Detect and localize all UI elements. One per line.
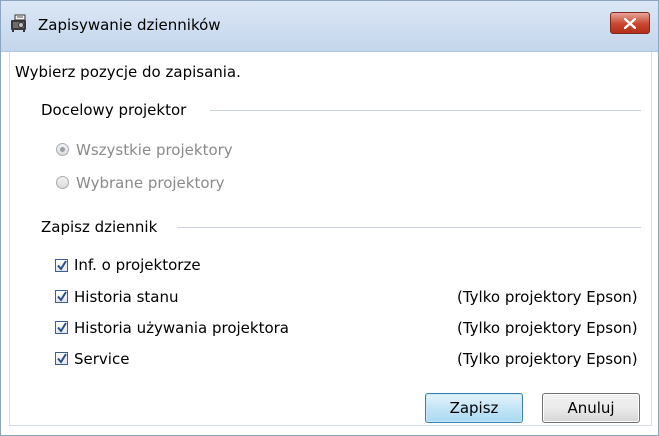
target-group-label: Docelowy projektor (41, 101, 187, 119)
radio-selected-projectors-label: Wybrane projektory (76, 174, 225, 192)
cancel-button[interactable]: Anuluj (542, 393, 640, 423)
dialog-body: Wybierz pozycje do zapisania. Docelowy p… (9, 52, 652, 426)
title-bar[interactable]: Zapisywanie dzienników (1, 1, 658, 52)
checkbox-status-history[interactable] (55, 290, 68, 303)
instruction-text: Wybierz pozycje do zapisania. (15, 63, 241, 81)
checkbox-usage-history-label: Historia używania projektora (74, 319, 290, 337)
log-group-label: Zapisz dziennik (41, 218, 158, 236)
checkbox-projector-info[interactable] (55, 259, 68, 272)
epson-only-note: (Tylko projektory Epson) (457, 319, 638, 337)
radio-all-projectors[interactable] (56, 143, 69, 156)
checkbox-service[interactable] (55, 352, 68, 365)
log-group-divider (177, 227, 641, 228)
checkbox-status-history-label: Historia stanu (74, 288, 179, 306)
checkmark-icon (57, 322, 67, 333)
close-icon (624, 18, 636, 29)
checkbox-service-label: Service (74, 350, 130, 368)
save-logs-dialog: Zapisywanie dzienników Wybierz pozycje d… (0, 0, 659, 436)
epson-only-note: (Tylko projektory Epson) (457, 350, 638, 368)
checkbox-projector-info-label: Inf. o projektorze (74, 256, 201, 274)
close-button[interactable] (610, 12, 650, 34)
target-group-divider (210, 110, 641, 111)
projector-save-icon (9, 14, 31, 34)
window-title: Zapisywanie dzienników (38, 16, 221, 34)
checkmark-icon (57, 291, 67, 302)
checkmark-icon (57, 353, 67, 364)
checkbox-usage-history[interactable] (55, 321, 68, 334)
checkmark-icon (57, 260, 67, 271)
radio-selected-dot (60, 147, 65, 152)
epson-only-note: (Tylko projektory Epson) (457, 288, 638, 306)
save-button[interactable]: Zapisz (425, 393, 523, 423)
radio-all-projectors-label: Wszystkie projektory (76, 141, 233, 159)
radio-selected-projectors[interactable] (56, 176, 69, 189)
